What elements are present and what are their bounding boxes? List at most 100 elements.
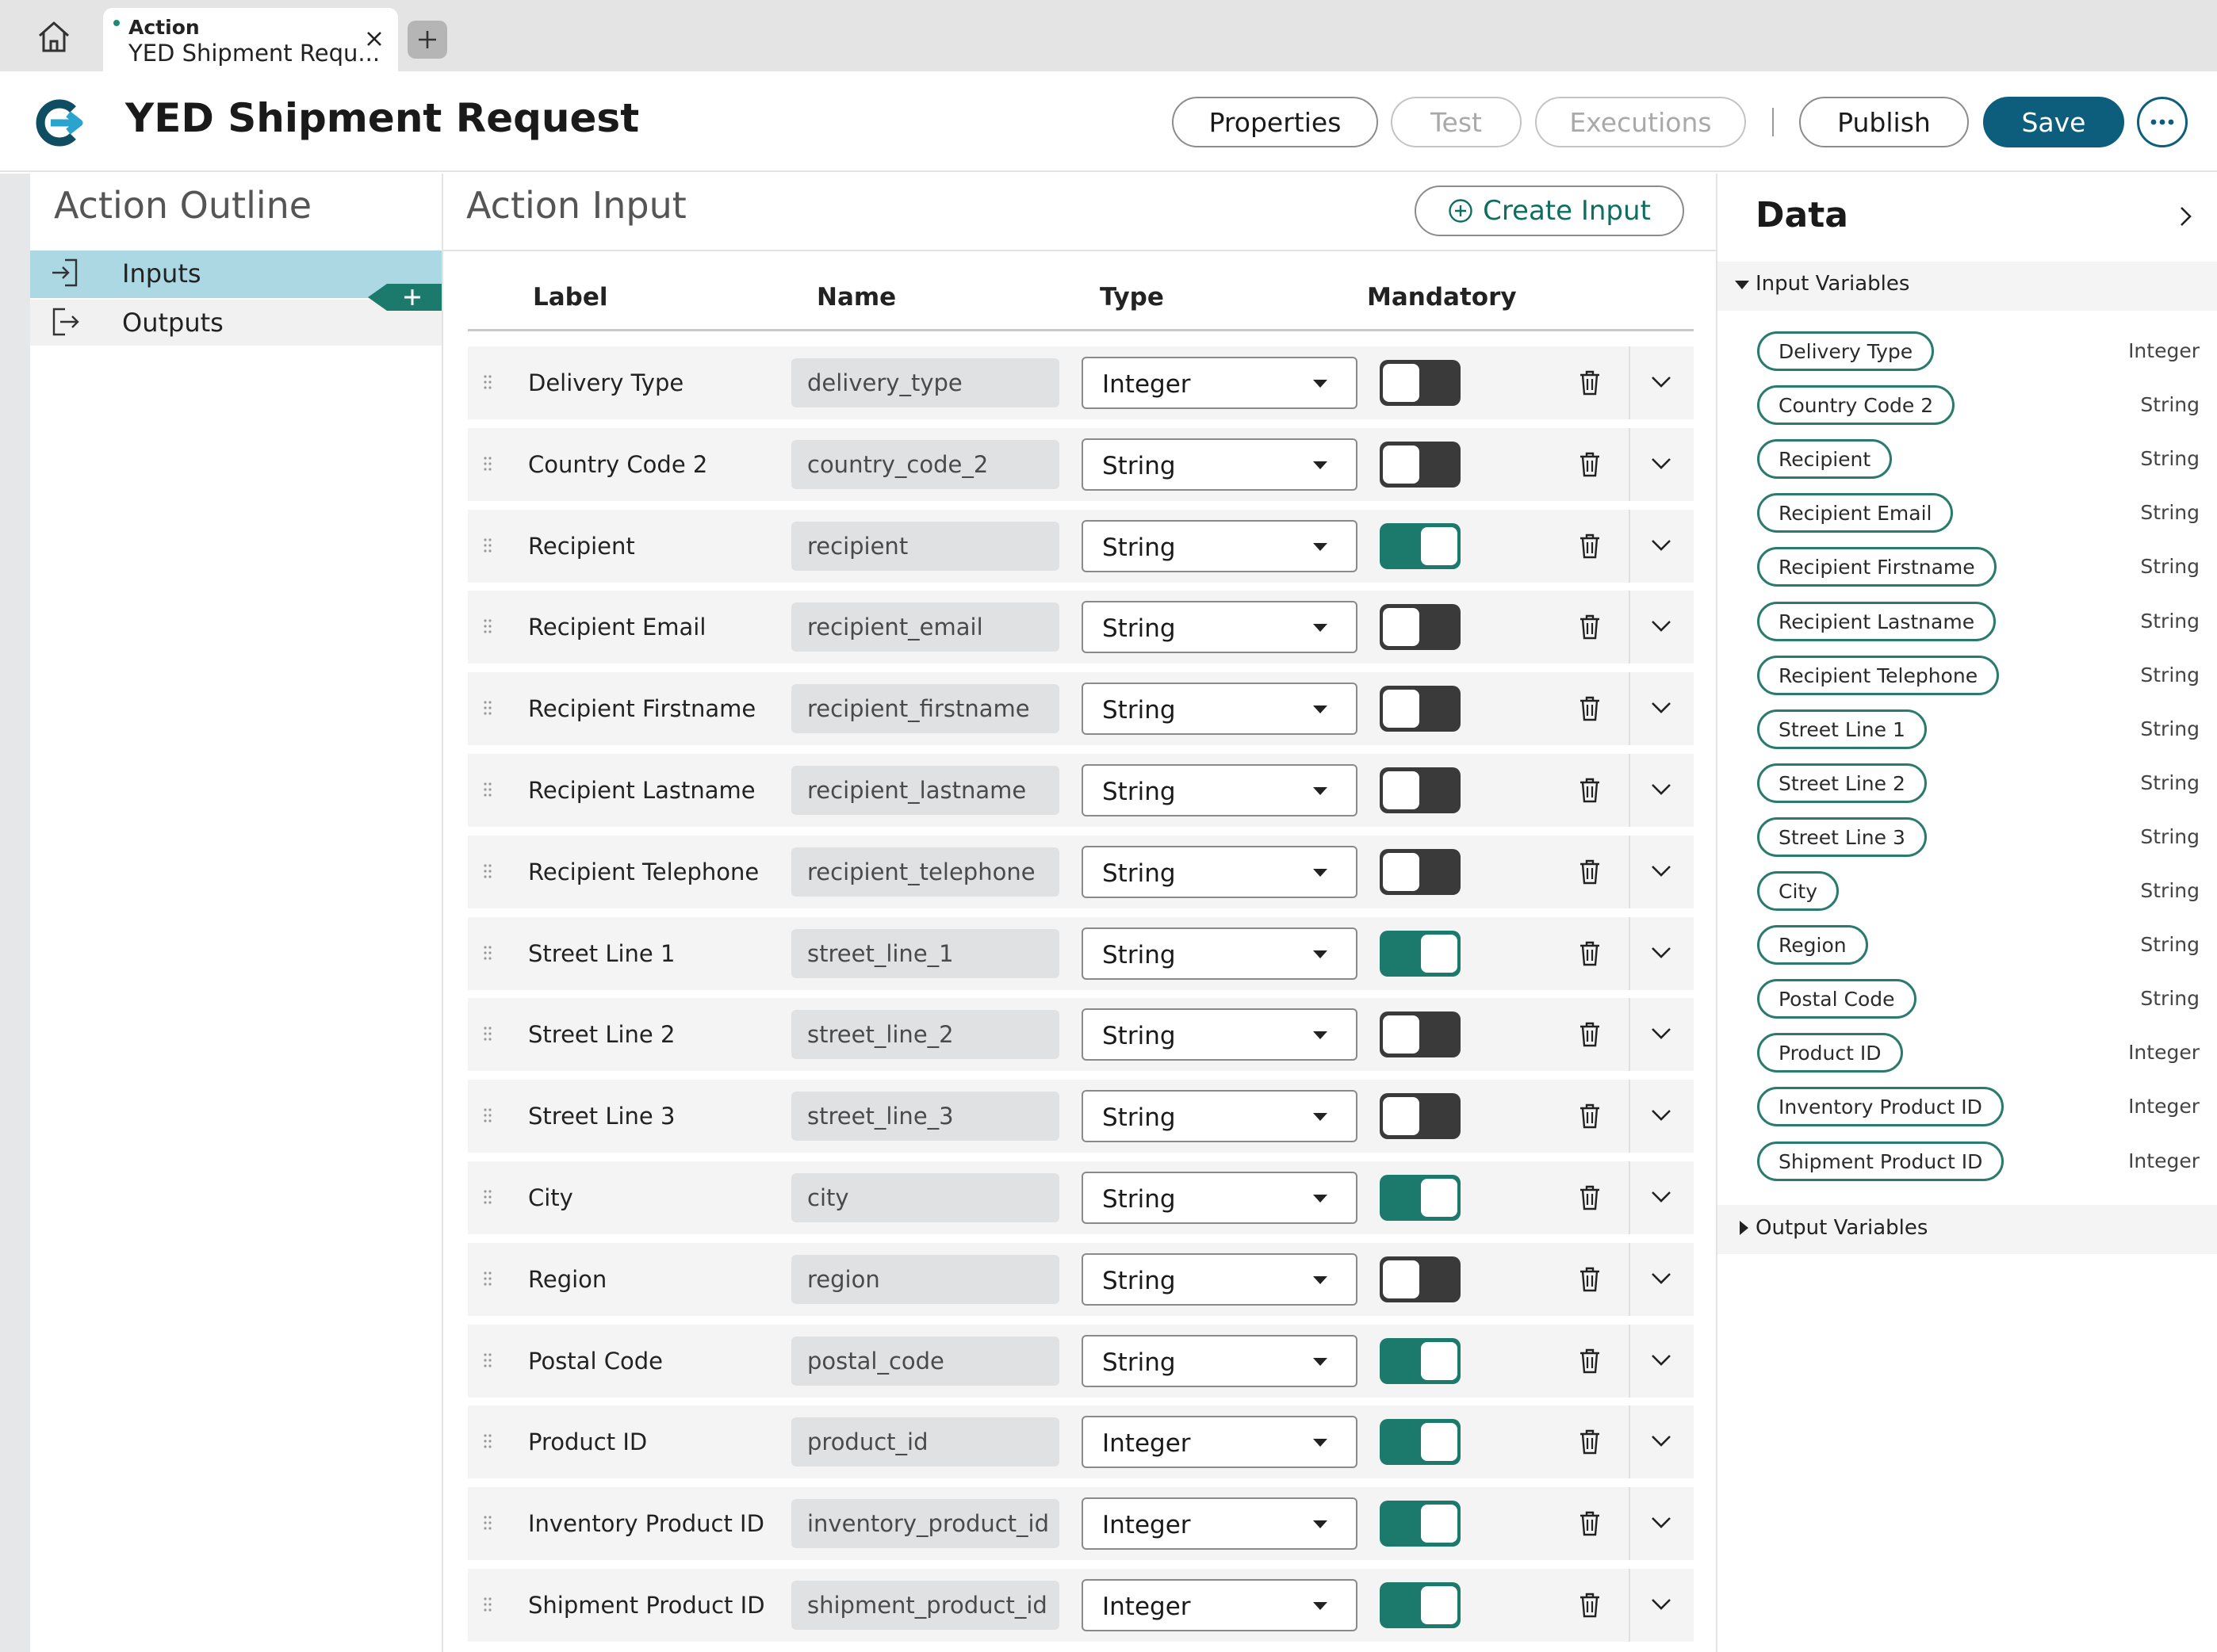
- chevron-down-icon[interactable]: [1649, 1350, 1673, 1369]
- row-name-field[interactable]: recipient_email: [791, 602, 1059, 652]
- mandatory-toggle[interactable]: [1380, 767, 1461, 813]
- input-variable-chip[interactable]: Region: [1757, 925, 1868, 965]
- row-type-select[interactable]: String: [1082, 846, 1357, 898]
- trash-icon[interactable]: [1578, 1021, 1602, 1048]
- row-name-field[interactable]: street_line_3: [791, 1092, 1059, 1141]
- row-name-field[interactable]: recipient: [791, 522, 1059, 571]
- drag-handle-icon[interactable]: [484, 782, 492, 797]
- row-type-select[interactable]: Integer: [1082, 1579, 1357, 1631]
- row-name-field[interactable]: street_line_1: [791, 929, 1059, 978]
- drag-handle-icon[interactable]: [484, 537, 492, 553]
- input-variable-chip[interactable]: Recipient Telephone: [1757, 656, 2000, 695]
- new-tab-button[interactable]: [408, 21, 447, 59]
- chevron-down-icon[interactable]: [1649, 1105, 1673, 1124]
- drag-handle-icon[interactable]: [484, 1107, 492, 1123]
- add-input-button[interactable]: [368, 284, 442, 311]
- chevron-down-icon[interactable]: [1649, 1187, 1673, 1206]
- row-type-select[interactable]: String: [1082, 1253, 1357, 1306]
- chevron-down-icon[interactable]: [1649, 861, 1673, 880]
- close-tab-button[interactable]: [361, 25, 388, 52]
- chevron-down-icon[interactable]: [1649, 1512, 1673, 1532]
- row-type-select[interactable]: String: [1082, 764, 1357, 816]
- more-options-button[interactable]: [2137, 97, 2188, 147]
- mandatory-toggle[interactable]: [1380, 1175, 1461, 1221]
- drag-handle-icon[interactable]: [484, 700, 492, 716]
- input-variable-chip[interactable]: City: [1757, 871, 1839, 911]
- chevron-down-icon[interactable]: [1649, 779, 1673, 798]
- row-name-field[interactable]: shipment_product_id: [791, 1581, 1059, 1630]
- mandatory-toggle[interactable]: [1380, 686, 1461, 732]
- input-variable-chip[interactable]: Postal Code: [1757, 979, 1916, 1019]
- input-variable-chip[interactable]: Inventory Product ID: [1757, 1087, 2004, 1126]
- trash-icon[interactable]: [1578, 1103, 1602, 1130]
- chevron-down-icon[interactable]: [1649, 535, 1673, 554]
- mandatory-toggle[interactable]: [1380, 1011, 1461, 1057]
- trash-icon[interactable]: [1578, 695, 1602, 722]
- test-button[interactable]: Test: [1391, 97, 1522, 147]
- trash-icon[interactable]: [1578, 1184, 1602, 1211]
- row-name-field[interactable]: street_line_2: [791, 1010, 1059, 1059]
- drag-handle-icon[interactable]: [484, 456, 492, 472]
- input-variable-chip[interactable]: Country Code 2: [1757, 385, 1955, 425]
- mandatory-toggle[interactable]: [1380, 1501, 1461, 1547]
- mandatory-toggle[interactable]: [1380, 1419, 1461, 1465]
- chevron-down-icon[interactable]: [1649, 1431, 1673, 1450]
- drag-handle-icon[interactable]: [484, 374, 492, 390]
- row-name-field[interactable]: postal_code: [791, 1337, 1059, 1386]
- mandatory-toggle[interactable]: [1380, 360, 1461, 406]
- row-type-select[interactable]: String: [1082, 601, 1357, 653]
- drag-handle-icon[interactable]: [484, 1271, 492, 1287]
- row-type-select[interactable]: String: [1082, 1172, 1357, 1224]
- properties-button[interactable]: Properties: [1172, 97, 1378, 147]
- drag-handle-icon[interactable]: [484, 863, 492, 879]
- trash-icon[interactable]: [1578, 451, 1602, 478]
- mandatory-toggle[interactable]: [1380, 442, 1461, 488]
- chevron-down-icon[interactable]: [1649, 1594, 1673, 1613]
- chevron-down-icon[interactable]: [1649, 372, 1673, 391]
- mandatory-toggle[interactable]: [1380, 931, 1461, 977]
- mandatory-toggle[interactable]: [1380, 849, 1461, 895]
- chevron-down-icon[interactable]: [1649, 1268, 1673, 1287]
- row-name-field[interactable]: product_id: [791, 1417, 1059, 1467]
- row-type-select[interactable]: String: [1082, 1335, 1357, 1387]
- input-variable-chip[interactable]: Street Line 3: [1757, 817, 1927, 857]
- chevron-down-icon[interactable]: [1649, 698, 1673, 717]
- create-input-button[interactable]: Create Input: [1415, 185, 1684, 236]
- chevron-down-icon[interactable]: [1649, 1023, 1673, 1042]
- executions-button[interactable]: Executions: [1535, 97, 1746, 147]
- trash-icon[interactable]: [1578, 533, 1602, 560]
- row-type-select[interactable]: String: [1082, 520, 1357, 572]
- mandatory-toggle[interactable]: [1380, 1582, 1461, 1628]
- row-name-field[interactable]: city: [791, 1173, 1059, 1222]
- row-type-select[interactable]: Integer: [1082, 1497, 1357, 1550]
- row-type-select[interactable]: String: [1082, 1090, 1357, 1142]
- trash-icon[interactable]: [1578, 859, 1602, 885]
- row-name-field[interactable]: region: [791, 1255, 1059, 1304]
- input-variable-chip[interactable]: Recipient: [1757, 439, 1893, 479]
- mandatory-toggle[interactable]: [1380, 1338, 1461, 1384]
- trash-icon[interactable]: [1578, 1510, 1602, 1537]
- row-name-field[interactable]: recipient_telephone: [791, 847, 1059, 897]
- row-name-field[interactable]: inventory_product_id: [791, 1499, 1059, 1548]
- row-name-field[interactable]: recipient_lastname: [791, 766, 1059, 815]
- input-variable-chip[interactable]: Recipient Email: [1757, 493, 1954, 533]
- row-type-select[interactable]: String: [1082, 683, 1357, 735]
- row-type-select[interactable]: String: [1082, 1008, 1357, 1061]
- row-name-field[interactable]: delivery_type: [791, 358, 1059, 407]
- drag-handle-icon[interactable]: [484, 1515, 492, 1531]
- trash-icon[interactable]: [1578, 777, 1602, 804]
- input-variable-chip[interactable]: Delivery Type: [1757, 331, 1935, 371]
- collapse-panel-button[interactable]: [2176, 205, 2195, 228]
- trash-icon[interactable]: [1578, 1592, 1602, 1619]
- drag-handle-icon[interactable]: [484, 1352, 492, 1368]
- row-name-field[interactable]: country_code_2: [791, 440, 1059, 489]
- row-type-select[interactable]: Integer: [1082, 1416, 1357, 1468]
- publish-button[interactable]: Publish: [1799, 97, 1969, 147]
- drag-handle-icon[interactable]: [484, 618, 492, 634]
- trash-icon[interactable]: [1578, 940, 1602, 967]
- input-variable-chip[interactable]: Shipment Product ID: [1757, 1141, 2004, 1181]
- drag-handle-icon[interactable]: [484, 1026, 492, 1042]
- input-variable-chip[interactable]: Street Line 2: [1757, 763, 1927, 803]
- save-button[interactable]: Save: [1983, 97, 2124, 147]
- mandatory-toggle[interactable]: [1380, 1256, 1461, 1302]
